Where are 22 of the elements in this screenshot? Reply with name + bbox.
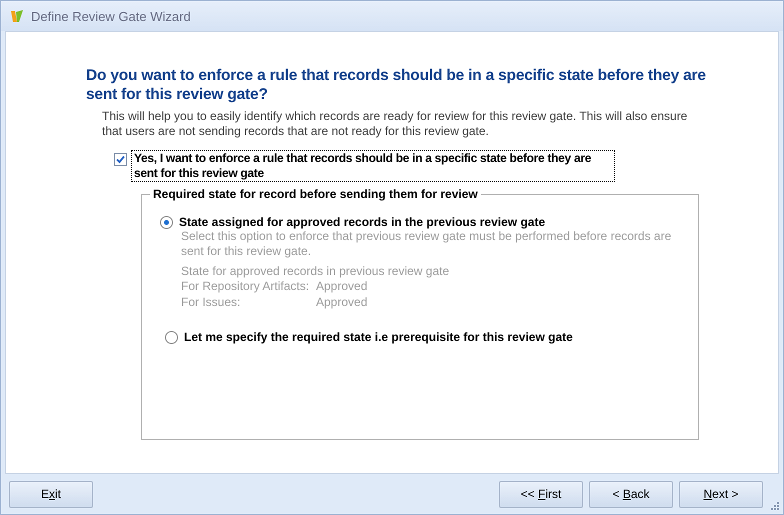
detail-label: For Issues: bbox=[181, 294, 242, 310]
option-label[interactable]: State assigned for approved records in the previous review gate bbox=[179, 215, 546, 229]
detail-label: For Repository Artifacts: bbox=[181, 278, 310, 294]
detail-value: Approved bbox=[316, 278, 368, 294]
wizard-button[interactable]: << First bbox=[499, 480, 583, 508]
checkbox[interactable] bbox=[114, 153, 127, 166]
group-title: Required state for record before sending them for review bbox=[150, 187, 481, 201]
option-label[interactable]: Let me specify the required state i.e prerequisite for this review gate bbox=[184, 330, 573, 344]
option-hint: Select this option to enforce that previous review gate must be performed before records are sent for this review gate. bbox=[181, 229, 672, 259]
radio-button[interactable] bbox=[160, 216, 173, 228]
checkbox-label[interactable]: Yes, I want to enforce a rule that records should be in a specific state before they are sent for this review gate bbox=[131, 150, 615, 182]
wizard-button[interactable]: < Back bbox=[589, 480, 673, 508]
description: This will help you to easily identify which records are ready for review for this review gate. This will also ensure that users are not sending records that are not ready for this review gate. bbox=[102, 109, 688, 139]
app-logo-icon bbox=[9, 8, 25, 24]
details-title: State for approved records in previous review gate bbox=[181, 264, 450, 278]
heading: Do you want to enforce a rule that records should be in a specific state before they are sent for this review gate? bbox=[86, 66, 707, 104]
resize-grip-icon[interactable] bbox=[770, 501, 780, 511]
exit-button[interactable]: Exit bbox=[9, 480, 93, 508]
radio-button[interactable] bbox=[165, 330, 178, 344]
wizard-button[interactable]: Next > bbox=[679, 480, 763, 508]
detail-value: Approved bbox=[316, 294, 368, 310]
window-title: Define Review Gate Wizard bbox=[31, 8, 191, 24]
